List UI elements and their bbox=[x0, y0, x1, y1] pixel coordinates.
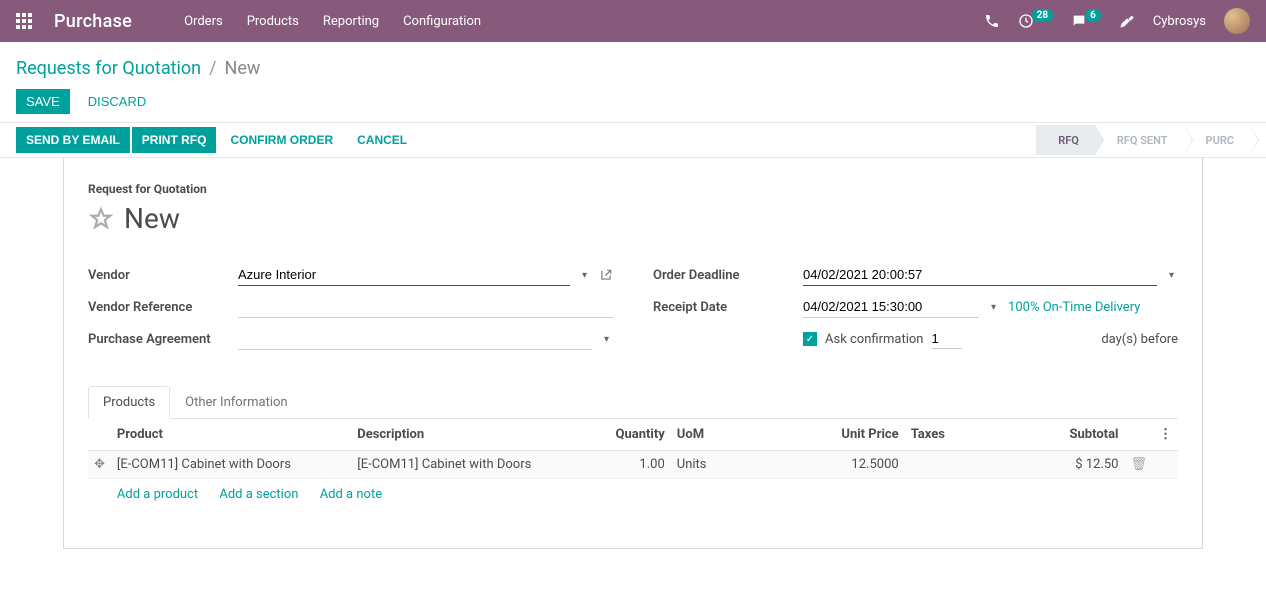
vendor-ref-input[interactable] bbox=[238, 296, 613, 318]
label-vendor-ref: Vendor Reference bbox=[88, 300, 238, 315]
confirmation-days-input[interactable] bbox=[932, 329, 962, 349]
activities-icon[interactable]: 28 bbox=[1018, 13, 1053, 29]
stage-purchase[interactable]: PURC bbox=[1184, 125, 1250, 155]
th-unitprice: Unit Price bbox=[725, 419, 905, 451]
label-purchase-agreement: Purchase Agreement bbox=[88, 332, 238, 347]
th-description: Description bbox=[351, 419, 591, 451]
ask-confirmation-label: Ask confirmation bbox=[825, 332, 924, 347]
menu-reporting[interactable]: Reporting bbox=[323, 14, 379, 29]
cell-quantity[interactable]: 1.00 bbox=[592, 451, 671, 479]
cell-subtotal: $ 12.50 bbox=[964, 451, 1124, 479]
status-stages: RFQ RFQ SENT PURC bbox=[1036, 123, 1250, 157]
th-quantity: Quantity bbox=[592, 419, 671, 451]
send-email-button[interactable]: SEND BY EMAIL bbox=[16, 127, 130, 153]
label-receipt-date: Receipt Date bbox=[653, 300, 803, 315]
messages-badge: 6 bbox=[1085, 9, 1101, 22]
receipt-dropdown-icon[interactable]: ▾ bbox=[987, 302, 1000, 313]
print-rfq-button[interactable]: PRINT RFQ bbox=[132, 127, 217, 153]
menu-products[interactable]: Products bbox=[247, 14, 299, 29]
th-taxes: Taxes bbox=[905, 419, 965, 451]
order-deadline-input[interactable] bbox=[803, 264, 1157, 286]
form-sheet: Request for Quotation New Vendor ▾ Vendo… bbox=[63, 158, 1203, 549]
phone-icon[interactable] bbox=[984, 13, 1000, 29]
purchase-agreement-input[interactable] bbox=[238, 328, 592, 350]
th-subtotal: Subtotal bbox=[964, 419, 1124, 451]
breadcrumb-parent[interactable]: Requests for Quotation bbox=[16, 58, 201, 79]
page-title: New bbox=[124, 202, 180, 235]
save-button[interactable]: SAVE bbox=[16, 89, 70, 114]
app-title[interactable]: Purchase bbox=[54, 11, 132, 32]
table-row[interactable]: ✥ [E-COM11] Cabinet with Doors [E-COM11]… bbox=[88, 451, 1178, 479]
menu-orders[interactable]: Orders bbox=[184, 14, 223, 29]
statusbar: SEND BY EMAIL PRINT RFQ CONFIRM ORDER CA… bbox=[0, 122, 1266, 158]
cell-uom[interactable]: Units bbox=[671, 451, 725, 479]
messages-icon[interactable]: 6 bbox=[1071, 13, 1101, 29]
receipt-date-input[interactable] bbox=[803, 296, 979, 318]
breadcrumb: Requests for Quotation / New bbox=[16, 58, 1250, 79]
products-table: Product Description Quantity UoM Unit Pr… bbox=[88, 419, 1178, 508]
breadcrumb-current: New bbox=[225, 58, 261, 79]
tools-icon[interactable] bbox=[1119, 13, 1135, 29]
delete-row-icon[interactable]: 🗑 bbox=[1124, 451, 1153, 479]
cancel-button[interactable]: CANCEL bbox=[345, 127, 419, 153]
apps-icon[interactable] bbox=[16, 13, 32, 29]
th-uom: UoM bbox=[671, 419, 725, 451]
cell-product[interactable]: [E-COM11] Cabinet with Doors bbox=[111, 451, 351, 479]
cell-unitprice[interactable]: 12.5000 bbox=[725, 451, 905, 479]
menu-configuration[interactable]: Configuration bbox=[403, 14, 481, 29]
vendor-dropdown-icon[interactable]: ▾ bbox=[578, 270, 591, 281]
stage-rfq[interactable]: RFQ bbox=[1036, 125, 1095, 155]
form-subtitle: Request for Quotation bbox=[88, 182, 1178, 196]
discard-button[interactable]: DISCARD bbox=[78, 89, 157, 114]
tab-products[interactable]: Products bbox=[88, 386, 170, 419]
drag-handle-icon[interactable]: ✥ bbox=[88, 451, 111, 479]
days-before-label: day(s) before bbox=[1101, 332, 1178, 347]
label-vendor: Vendor bbox=[88, 268, 238, 283]
cell-description[interactable]: [E-COM11] Cabinet with Doors bbox=[351, 451, 591, 479]
activities-badge: 28 bbox=[1032, 9, 1053, 22]
tabs: Products Other Information bbox=[88, 385, 1178, 419]
add-section-link[interactable]: Add a section bbox=[219, 487, 298, 502]
label-order-deadline: Order Deadline bbox=[653, 268, 803, 283]
tab-other-info[interactable]: Other Information bbox=[170, 386, 302, 419]
star-icon[interactable] bbox=[88, 206, 114, 232]
external-link-icon[interactable] bbox=[599, 268, 613, 282]
username[interactable]: Cybrosys bbox=[1153, 14, 1206, 29]
vendor-input[interactable] bbox=[238, 264, 570, 286]
topbar: Purchase Orders Products Reporting Confi… bbox=[0, 0, 1266, 42]
ontime-delivery-link[interactable]: 100% On-Time Delivery bbox=[1008, 300, 1140, 315]
main-menu: Orders Products Reporting Configuration bbox=[184, 14, 481, 29]
avatar[interactable] bbox=[1224, 8, 1250, 34]
add-product-link[interactable]: Add a product bbox=[117, 487, 198, 502]
add-note-link[interactable]: Add a note bbox=[320, 487, 382, 502]
confirm-order-button[interactable]: CONFIRM ORDER bbox=[218, 127, 345, 153]
cell-taxes[interactable] bbox=[905, 451, 965, 479]
ask-confirmation-checkbox[interactable]: ✓ bbox=[803, 332, 817, 346]
breadcrumb-sep: / bbox=[209, 58, 216, 79]
th-kebab-icon[interactable]: ⋮ bbox=[1153, 419, 1178, 451]
deadline-dropdown-icon[interactable]: ▾ bbox=[1165, 270, 1178, 281]
agreement-dropdown-icon[interactable]: ▾ bbox=[600, 334, 613, 345]
stage-rfq-sent[interactable]: RFQ SENT bbox=[1095, 125, 1184, 155]
th-product: Product bbox=[111, 419, 351, 451]
